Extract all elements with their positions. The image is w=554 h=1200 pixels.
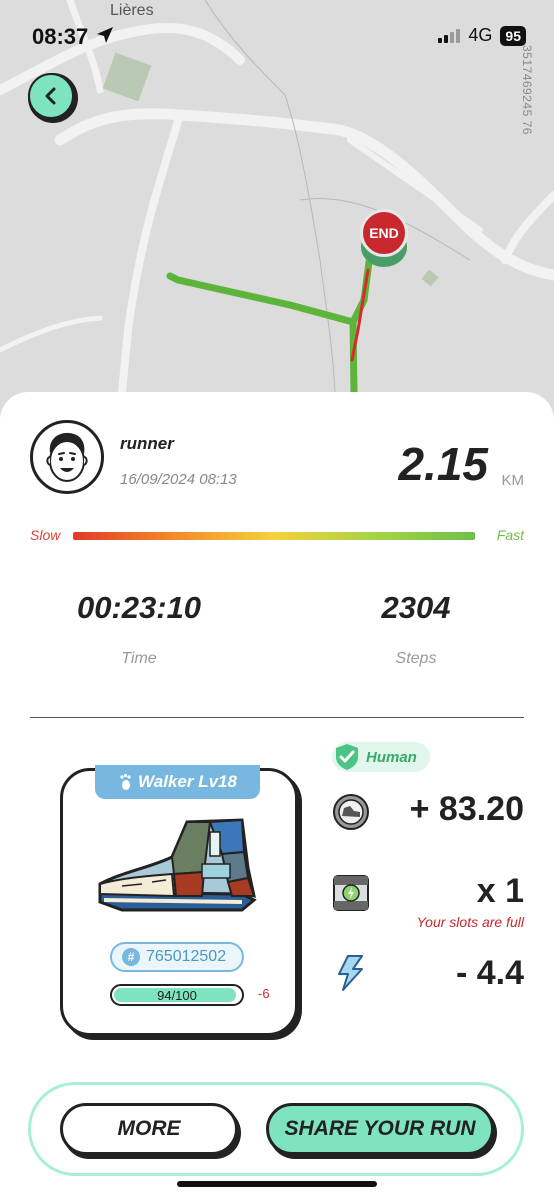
time-label: Time [121,650,157,667]
shoe-level-tag: Walker Lv18 [95,765,260,799]
human-badge: Human [332,742,430,772]
share-run-button[interactable]: SHARE YOUR RUN [266,1103,494,1155]
divider [30,717,524,718]
shoe-level-label: Walker Lv18 [138,772,237,791]
durability-text: 94/100 [157,988,197,1003]
end-label: END [360,209,408,257]
username: runner [120,434,174,453]
chevron-left-icon [45,87,56,105]
back-button[interactable] [28,73,78,123]
avatar-face-icon [46,432,88,482]
durability-delta: -6 [258,986,270,1001]
run-date: 16/09/2024 08:13 [120,471,237,488]
status-indicators: 4G 95 [438,25,526,46]
pace-slow-label: Slow [30,527,61,543]
slots-full-message: Your slots are full [416,914,524,930]
steps-label: Steps [395,650,437,667]
route-line [166,258,373,396]
mystery-box-icon [333,875,369,911]
footprint-icon [120,773,131,790]
distance-value: 2.15 [398,438,488,490]
battery-icon: 95 [500,25,526,46]
avatar[interactable] [30,420,104,494]
earnings-value: + 83.20 [409,790,524,828]
end-marker: END [360,209,408,269]
status-bar: 08:37 4G 95 [0,0,554,70]
pace-fast-label: Fast [496,527,524,543]
durability-bar: 94/100 [110,984,244,1006]
mystery-box-count: x 1 [476,872,524,910]
steps-value: 2304 [381,590,451,625]
signal-icon [438,28,461,43]
status-time: 08:37 [32,24,89,49]
sneaker-token-icon [333,794,369,830]
human-label: Human [366,748,417,766]
shoe-id: 765012502 [146,948,227,965]
more-button[interactable]: MORE [60,1103,238,1155]
energy-bolt-icon [338,955,363,991]
distance-unit: KM [501,472,525,489]
home-indicator[interactable] [177,1181,377,1187]
network-type: 4G [468,25,493,45]
sneaker-image [98,818,257,912]
time-value: 00:23:10 [76,590,202,625]
hash-icon: # [122,948,140,966]
pace-gradient-bar [73,532,475,540]
shield-check-icon [336,744,358,770]
energy-value: - 4.4 [455,954,524,992]
shoe-id-badge: # 765012502 [110,942,244,972]
location-arrow-icon [96,26,114,49]
